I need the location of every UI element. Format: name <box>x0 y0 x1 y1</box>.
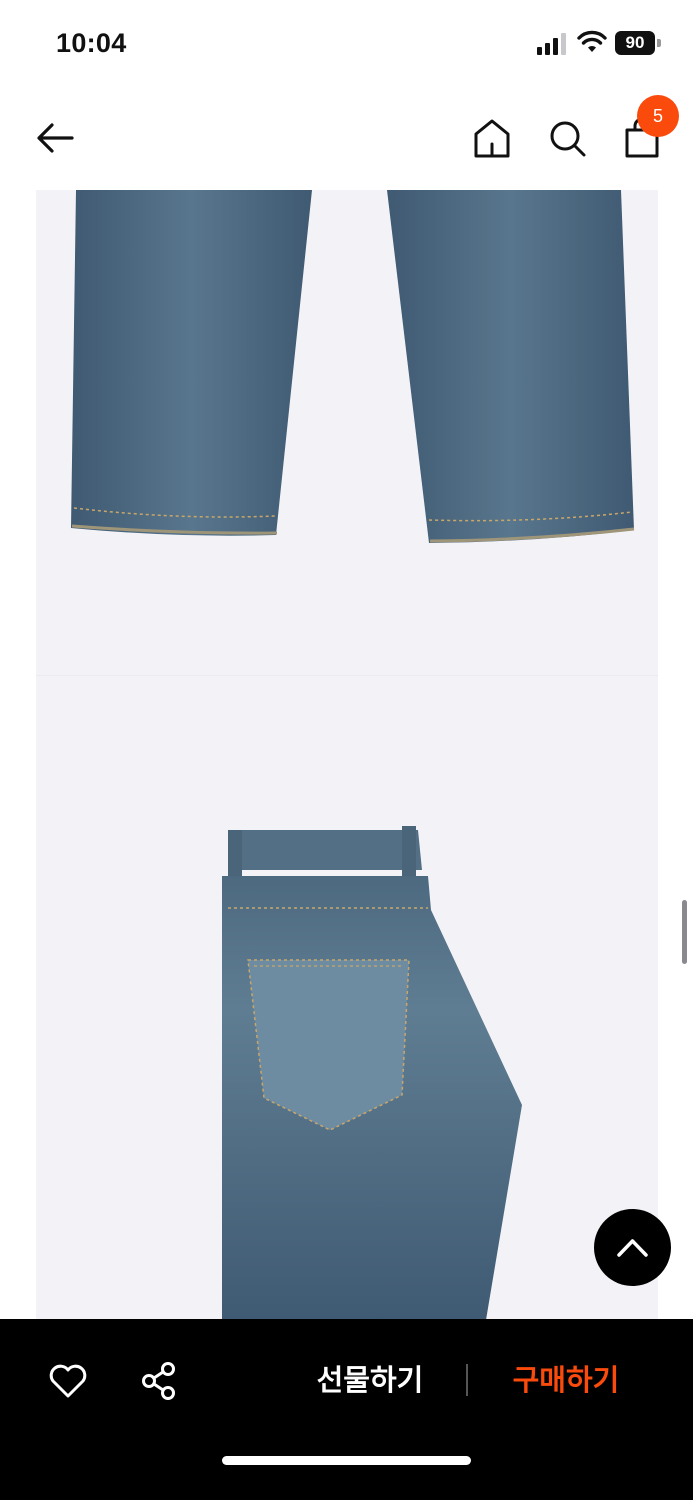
cart-count-badge: 5 <box>637 95 679 137</box>
back-arrow-icon[interactable] <box>30 112 82 164</box>
chevron-up-icon <box>617 1239 648 1257</box>
bottom-action-bar: 선물하기 구매하기 <box>0 1319 693 1500</box>
product-detail-images <box>36 190 658 1320</box>
jeans-back-pocket-photo <box>222 826 522 1320</box>
scroll-indicator[interactable] <box>682 900 687 964</box>
scroll-to-top-button[interactable] <box>594 1209 671 1286</box>
battery-icon: 90 <box>615 31 661 55</box>
wifi-icon <box>577 30 607 52</box>
battery-level: 90 <box>625 33 645 52</box>
action-divider <box>466 1364 468 1396</box>
gift-button[interactable]: 선물하기 <box>300 1355 440 1407</box>
status-time: 10:04 <box>56 28 127 58</box>
share-icon[interactable] <box>137 1359 181 1403</box>
heart-icon[interactable] <box>46 1359 90 1403</box>
home-indicator <box>222 1456 471 1465</box>
app-header: 5 <box>0 90 693 190</box>
status-bar: 10:04 90 <box>0 0 693 90</box>
home-icon[interactable] <box>470 114 514 162</box>
cellular-signal-icon <box>537 33 566 55</box>
buy-button[interactable]: 구매하기 <box>496 1355 636 1407</box>
search-icon[interactable] <box>545 114 589 162</box>
